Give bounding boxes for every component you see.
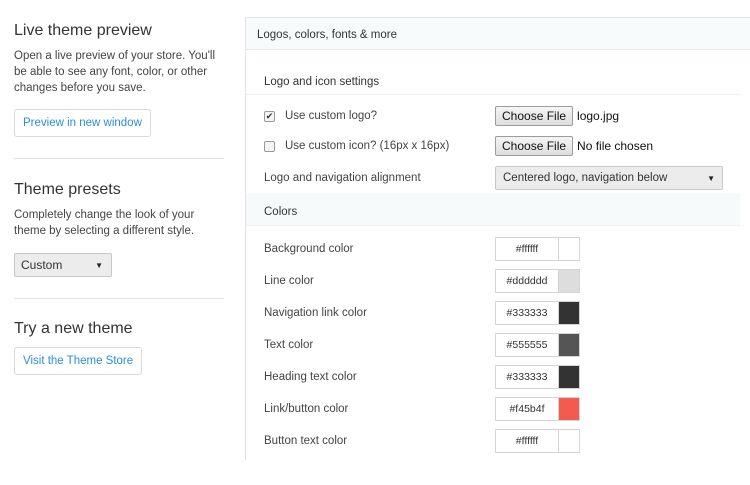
theme-presets-description: Completely change the look of your theme…: [14, 209, 195, 237]
color-label: Text color: [264, 339, 314, 351]
color-label: Background color: [264, 243, 354, 255]
preview-new-window-button[interactable]: Preview in new window: [14, 109, 151, 137]
color-hex-input[interactable]: #555555: [495, 333, 558, 357]
custom-logo-label: Use custom logo?: [285, 110, 378, 122]
color-swatch[interactable]: [558, 397, 580, 421]
color-swatch[interactable]: [558, 269, 580, 293]
chevron-down-icon: ▼: [95, 260, 103, 270]
panel-header: Logos, colors, fonts & more: [246, 17, 750, 50]
color-row-background: Background color #ffffff: [264, 236, 744, 262]
color-row-navigation-link: Navigation link color #333333: [264, 300, 744, 326]
color-hex-input[interactable]: #333333: [495, 365, 558, 389]
color-row-heading-text: Heading text color #333333: [264, 364, 744, 390]
alignment-value: Centered logo, navigation below: [503, 172, 668, 184]
color-swatch[interactable]: [558, 237, 580, 261]
alignment-label: Logo and navigation alignment: [264, 172, 421, 184]
custom-icon-checkbox[interactable]: [264, 140, 275, 152]
custom-icon-row: Use custom icon? (16px x 16px) Choose Fi…: [264, 133, 744, 159]
logo-file-name: logo.jpg: [577, 109, 620, 123]
logo-section-title: Logo and icon settings: [246, 69, 740, 95]
custom-icon-label: Use custom icon? (16px x 16px): [285, 140, 450, 152]
choose-icon-file-button[interactable]: Choose File: [495, 136, 574, 156]
color-label: Heading text color: [264, 371, 357, 383]
sidebar-divider: [14, 158, 224, 159]
live-preview-title: Live theme preview: [14, 22, 152, 39]
new-theme-section: Try a new theme Visit the Theme Store: [14, 320, 224, 375]
color-swatch[interactable]: [558, 301, 580, 325]
color-row-link-button: Link/button color #f45b4f: [264, 396, 744, 422]
custom-logo-checkbox[interactable]: ✔: [264, 110, 275, 122]
color-label: Link/button color: [264, 403, 349, 415]
color-hex-input[interactable]: #f45b4f: [495, 397, 558, 421]
settings-panel: Logos, colors, fonts & more Logo and ico…: [245, 17, 750, 460]
theme-preset-select[interactable]: Custom ▼: [14, 253, 112, 277]
color-hex-input[interactable]: #ffffff: [495, 237, 558, 261]
color-hex-input[interactable]: #333333: [495, 301, 558, 325]
live-preview-section: Live theme preview Open a live preview o…: [14, 22, 224, 137]
color-label: Navigation link color: [264, 307, 367, 319]
color-label: Button text color: [264, 435, 348, 447]
alignment-row: Logo and navigation alignment Centered l…: [264, 165, 744, 191]
visit-theme-store-button[interactable]: Visit the Theme Store: [14, 347, 143, 375]
color-row-button-text: Button text color #ffffff: [264, 428, 744, 454]
color-label: Line color: [264, 275, 314, 287]
theme-presets-section: Theme presets Completely change the look…: [14, 181, 224, 277]
theme-presets-title: Theme presets: [14, 181, 121, 198]
theme-preset-value: Custom: [21, 258, 63, 272]
alignment-select[interactable]: Centered logo, navigation below ▼: [495, 166, 723, 190]
color-swatch[interactable]: [558, 429, 580, 453]
color-swatch[interactable]: [558, 333, 580, 357]
icon-file-name: No file chosen: [577, 139, 654, 153]
color-hex-input[interactable]: #dddddd: [495, 269, 558, 293]
color-row-line: Line color #dddddd: [264, 268, 744, 294]
color-swatch[interactable]: [558, 365, 580, 389]
custom-logo-row: ✔ Use custom logo? Choose File logo.jpg: [264, 103, 744, 129]
new-theme-title: Try a new theme: [14, 320, 133, 337]
sidebar-divider: [14, 298, 224, 299]
chevron-down-icon: ▼: [707, 173, 715, 183]
color-row-text: Text color #555555: [264, 332, 744, 358]
choose-logo-file-button[interactable]: Choose File: [495, 106, 574, 126]
live-preview-description: Open a live preview of your store. You'l…: [14, 50, 216, 94]
color-hex-input[interactable]: #ffffff: [495, 429, 558, 453]
colors-section-title: Colors: [246, 193, 740, 226]
